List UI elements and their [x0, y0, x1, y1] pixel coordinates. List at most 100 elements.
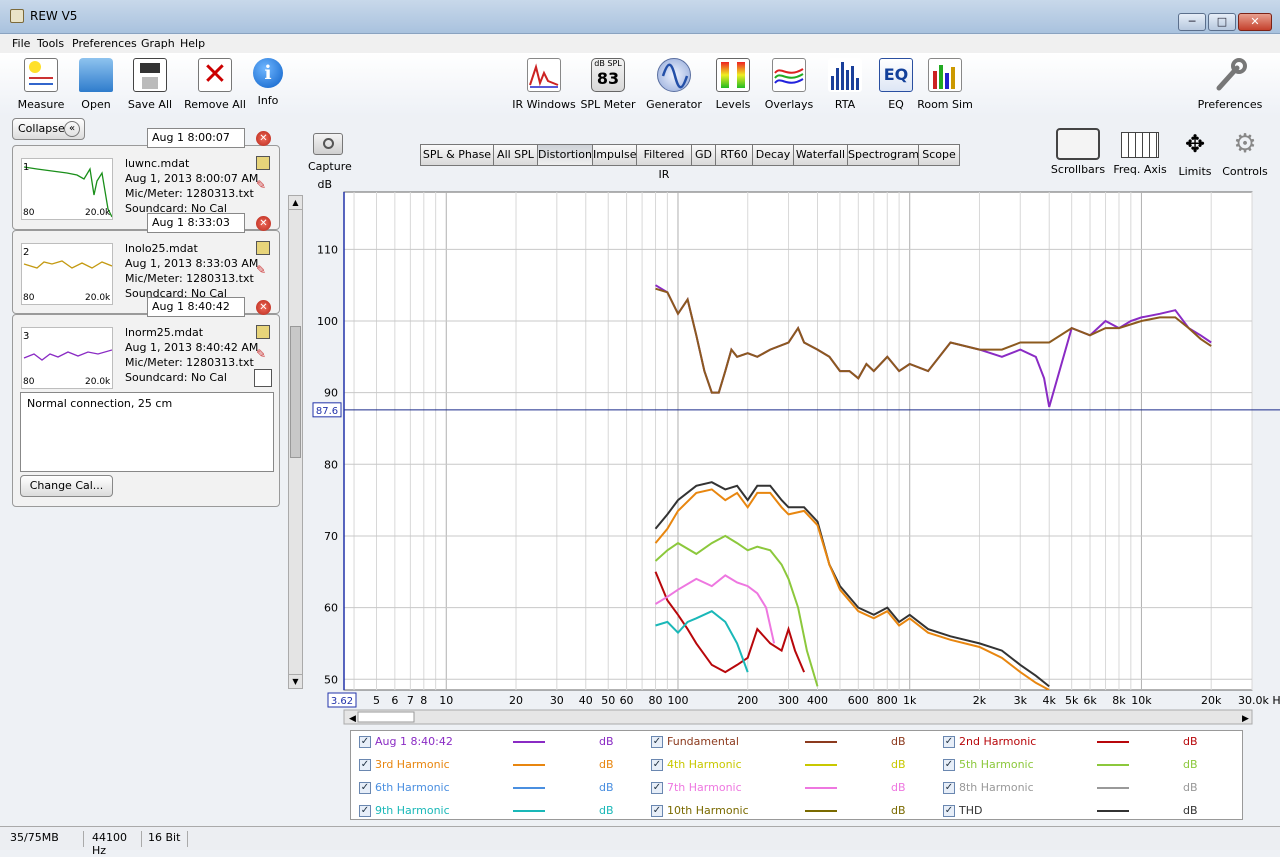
save-all-icon	[133, 58, 167, 92]
maximize-button[interactable]: □	[1208, 13, 1236, 31]
spl-meter-button[interactable]: dB SPL 83 SPL Meter	[576, 58, 640, 111]
tab-distortion[interactable]: Distortion	[537, 144, 593, 166]
measure-icon	[24, 58, 58, 92]
room-sim-button[interactable]: Room Sim	[913, 58, 977, 111]
measurement-timestamp-1: Aug 1, 2013 8:00:07 AM	[125, 172, 259, 185]
save-all-label: Save All	[127, 98, 173, 111]
distortion-graph[interactable]: 50 60 70 80 90 100 110 dB 5 6 7 8 10 20 30 40 50 60 80 100 2…	[300, 176, 1280, 728]
tab-spl-phase[interactable]: SPL & Phase	[420, 144, 494, 166]
tab-rt60[interactable]: RT60	[715, 144, 753, 166]
legend-checkbox-fundamental[interactable]: ✓	[651, 736, 663, 748]
generator-button[interactable]: Generator	[642, 58, 706, 111]
edit-icon[interactable]	[256, 156, 270, 170]
menu-help[interactable]: Help	[180, 37, 205, 50]
measurement-number-3: 3	[23, 331, 30, 342]
x-start-label: 3.62	[331, 696, 353, 707]
thumb-hi-1: 20.0k	[85, 208, 111, 218]
collapse-button[interactable]: Collapse «	[12, 118, 85, 140]
legend-label-fundamental: Fundamental	[667, 735, 739, 748]
y-tick-label: 80	[324, 458, 338, 471]
legend-unit-6th-harmonic: dB	[599, 781, 614, 794]
tab-impulse[interactable]: Impulse	[592, 144, 637, 166]
legend-checkbox-3rd-harmonic[interactable]: ✓	[359, 759, 371, 771]
legend-checkbox-7th-harmonic[interactable]: ✓	[651, 782, 663, 794]
color-pen-icon[interactable]: ✎	[256, 347, 270, 361]
legend-checkbox-9th-harmonic[interactable]: ✓	[359, 805, 371, 817]
info-label: Info	[257, 94, 279, 107]
legend-checkbox-aug-1-8-40-42[interactable]: ✓	[359, 736, 371, 748]
capture-label: Capture	[308, 160, 352, 173]
edit-icon[interactable]	[256, 325, 270, 339]
measurement-date-3[interactable]: Aug 1 8:40:42	[147, 297, 245, 317]
ir-windows-button[interactable]: IR Windows	[512, 58, 576, 111]
measurement-card-3[interactable]: 3 80 20.0k Aug 1 8:40:42 ✕ lnorm25.mdat …	[12, 297, 280, 507]
legend-label-aug-1-8-40-42: Aug 1 8:40:42	[375, 735, 453, 748]
legend-checkbox-thd[interactable]: ✓	[943, 805, 955, 817]
tab-filtered-ir[interactable]: Filtered IR	[636, 144, 692, 181]
legend-checkbox-4th-harmonic[interactable]: ✓	[651, 759, 663, 771]
minimize-button[interactable]: ─	[1178, 13, 1206, 31]
legend-label-thd: THD	[959, 804, 983, 817]
y-tick-label: 100	[317, 315, 338, 328]
scroll-right-icon[interactable]: ▶	[1242, 714, 1249, 724]
remove-measurement-icon[interactable]: ✕	[256, 131, 271, 146]
close-button[interactable]: ✕	[1238, 13, 1272, 31]
controls-button[interactable]: ⚙ Controls	[1220, 128, 1270, 178]
legend-checkbox-5th-harmonic[interactable]: ✓	[943, 759, 955, 771]
x-tick-label: 4k	[1043, 694, 1057, 707]
measurement-name-2: lnolo25.mdat	[125, 242, 198, 255]
measurement-mic-3: Mic/Meter: 1280313.txt	[125, 356, 254, 369]
graph-scrollbar-thumb[interactable]	[357, 711, 415, 723]
tab-all-spl[interactable]: All SPL	[493, 144, 538, 166]
menu-graph[interactable]: Graph	[141, 37, 175, 50]
measurement-date-2[interactable]: Aug 1 8:33:03	[147, 213, 245, 233]
tab-decay[interactable]: Decay	[752, 144, 794, 166]
tab-spectrogram[interactable]: Spectrogram	[847, 144, 919, 166]
change-cal-button[interactable]: Change Cal...	[20, 475, 113, 497]
scrollbars-button[interactable]: Scrollbars	[1050, 128, 1106, 176]
measurement-date-1[interactable]: Aug 1 8:00:07	[147, 128, 245, 148]
levels-icon	[716, 58, 750, 92]
edit-icon[interactable]	[256, 241, 270, 255]
thumb-hi-2: 20.0k	[85, 293, 111, 303]
capture-button[interactable]: Capture	[308, 133, 352, 173]
menu-tools[interactable]: Tools	[37, 37, 64, 50]
scroll-left-icon[interactable]: ◀	[349, 714, 356, 724]
legend-checkbox-6th-harmonic[interactable]: ✓	[359, 782, 371, 794]
color-pen-icon[interactable]: ✎	[256, 263, 270, 277]
notes-icon[interactable]	[254, 369, 272, 387]
legend-swatch-2nd-harmonic	[1097, 741, 1129, 743]
plot-area[interactable]	[343, 191, 1253, 691]
limits-button[interactable]: ✥ Limits	[1172, 128, 1218, 178]
graph-h-scrollbar[interactable]	[343, 709, 1253, 725]
tab-scope[interactable]: Scope	[918, 144, 960, 166]
remove-measurement-icon[interactable]: ✕	[256, 216, 271, 231]
cursor-value: 87.6	[316, 406, 338, 417]
x-tick-label: 5k	[1065, 694, 1079, 707]
preferences-button[interactable]: Preferences	[1193, 58, 1267, 111]
notes-textarea[interactable]: Normal connection, 25 cm	[20, 392, 274, 472]
scrollbars-label: Scrollbars	[1050, 163, 1106, 176]
legend-checkbox-8th-harmonic[interactable]: ✓	[943, 782, 955, 794]
remove-measurement-icon[interactable]: ✕	[256, 300, 271, 315]
menu-preferences[interactable]: Preferences	[72, 37, 137, 50]
legend-checkbox-2nd-harmonic[interactable]: ✓	[943, 736, 955, 748]
legend-swatch-thd	[1097, 810, 1129, 812]
thumb-lo-2: 80	[23, 293, 35, 303]
overlays-button[interactable]: Overlays	[757, 58, 821, 111]
overlays-icon	[772, 58, 806, 92]
levels-button[interactable]: Levels	[701, 58, 765, 111]
thumb-lo-1: 80	[23, 208, 35, 218]
tab-waterfall[interactable]: Waterfall	[793, 144, 848, 166]
room-sim-icon	[928, 58, 962, 92]
save-all-button[interactable]: Save All	[118, 58, 182, 111]
color-pen-icon[interactable]: ✎	[256, 178, 270, 192]
freq-axis-label: Freq. Axis	[1113, 163, 1167, 176]
menu-file[interactable]: File	[12, 37, 30, 50]
tab-gd[interactable]: GD	[691, 144, 716, 166]
x-tick-label: 6k	[1083, 694, 1097, 707]
freq-axis-button[interactable]: Freq. Axis	[1110, 128, 1170, 176]
info-button[interactable]: i Info	[236, 58, 300, 107]
legend-checkbox-10th-harmonic[interactable]: ✓	[651, 805, 663, 817]
legend-swatch-10th-harmonic	[805, 810, 837, 812]
